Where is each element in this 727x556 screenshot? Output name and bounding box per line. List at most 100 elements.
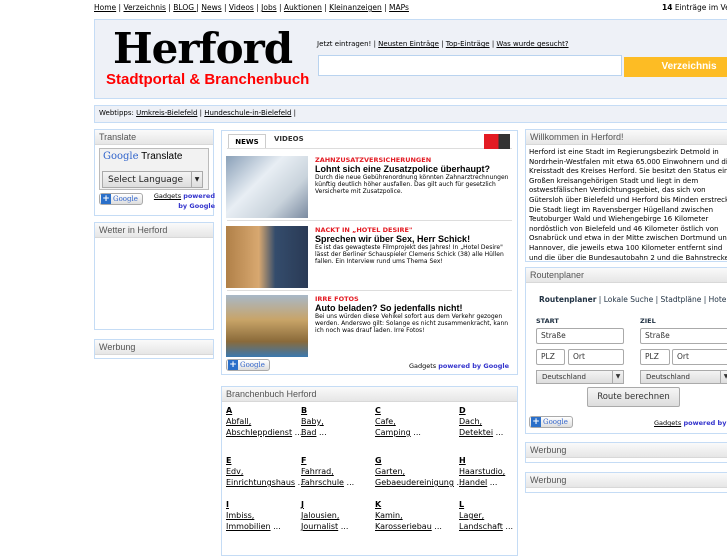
add-to-google-button[interactable]: + Google [529,416,573,428]
nav-link[interactable]: BLOG [173,3,196,12]
category-f: F Fahrrad, Fahrschule ... [301,456,355,487]
news-image[interactable] [226,226,308,288]
category-link[interactable]: Karosseriebau [375,522,432,531]
category-link[interactable]: Baby, [301,417,324,426]
werbung-box: Werbung [94,339,214,359]
tab-stadtplaene[interactable]: Stadtpläne [661,295,702,304]
ziel-country-select[interactable]: Deutschland▼ [640,370,727,384]
tab-hotels[interactable]: Hotels [709,295,727,304]
category-a: A Abfall, Abschleppdienst ... [226,406,303,437]
category-link[interactable]: Einrichtungshaus [226,478,295,487]
category-e: E Edv, Einrichtungshaus ... [226,456,306,487]
category-link[interactable]: Handel [459,478,487,487]
add-to-google-button[interactable]: + Google [99,193,143,205]
start-ort-input[interactable]: Ort [568,349,624,365]
tab-news[interactable]: NEWS [228,134,266,149]
search-input[interactable] [318,55,622,76]
category-letter[interactable]: D [459,406,466,415]
translate-widget: Google Translate Select Language ▼ [99,148,209,190]
plus-icon: + [228,360,238,370]
nav-link[interactable]: Jobs [261,3,276,12]
start-street-input[interactable]: Straße [536,328,624,344]
link-neueste[interactable]: Neusten Einträge [378,40,439,48]
tab-routenplaner[interactable]: Routenplaner [539,295,596,304]
category-letter[interactable]: A [226,406,232,415]
category-link[interactable]: Kamin, [375,511,403,520]
nav-link[interactable]: MAPs [389,3,409,12]
add-to-google-button[interactable]: + Google [226,359,270,371]
category-link[interactable]: Garten, [375,467,405,476]
category-letter[interactable]: H [459,456,466,465]
ziel-plz-input[interactable]: PLZ [640,349,670,365]
route-berechnen-button[interactable]: Route berechnen [587,387,680,407]
category-link[interactable]: Jalousien, [301,511,339,520]
start-country-select[interactable]: Deutschland ▼ [536,370,624,384]
category-letter[interactable]: K [375,500,381,509]
webtipp-link[interactable]: Umkreis-Bielefeld [136,109,197,117]
nav-link[interactable]: Auktionen [284,3,322,12]
news-title[interactable]: Sprechen wir über Sex, Herr Schick! [315,234,515,244]
category-letter[interactable]: E [226,456,231,465]
bild-logo[interactable] [484,134,510,149]
verzeichnis-button[interactable]: Verzeichnis [624,57,727,77]
category-letter[interactable]: C [375,406,381,415]
category-link[interactable]: Bad [301,428,316,437]
nav-link[interactable]: Verzeichnis [123,3,166,12]
category-link[interactable]: Camping [375,428,411,437]
box-title: Translate [95,130,213,145]
news-title[interactable]: Auto beladen? So jedenfalls nicht! [315,303,515,313]
category-g: G Garten, Gebaeudereinigung ... [375,456,465,487]
nav-link[interactable]: News [201,3,221,12]
category-link[interactable]: Haarstudio, [459,467,505,476]
category-link[interactable]: Abschleppdienst [226,428,292,437]
category-link[interactable]: Fahrschule [301,478,344,487]
news-image[interactable] [226,156,308,218]
nav-link[interactable]: Videos [229,3,254,12]
category-d: D Dach, Detektei ... [459,406,504,437]
wetter-box: Wetter in Herford [94,222,214,330]
entry-count: 14 Einträge im Verzeichnis [662,3,727,12]
category-link[interactable]: Imbiss, [226,511,254,520]
werbung-box: Werbung [525,472,727,493]
news-item[interactable]: ZAHNZUSATZVERSICHERUNGEN Lohnt sich eine … [226,156,514,220]
routenplaner-box: Routenplaner Routenplaner | Lokale Suche… [525,267,727,434]
category-letter[interactable]: F [301,456,306,465]
webtipp-link[interactable]: Hundeschule-in-Bielefeld [204,109,291,117]
category-letter[interactable]: G [375,456,382,465]
category-letter[interactable]: B [301,406,307,415]
category-link[interactable]: Cafe, [375,417,396,426]
ziel-street-input[interactable]: Straße [640,328,727,344]
category-link[interactable]: Gebaeudereinigung [375,478,454,487]
link-gesucht[interactable]: Was wurde gesucht? [496,40,568,48]
category-link[interactable]: Landschaft [459,522,503,531]
category-link[interactable]: Detektei [459,428,493,437]
language-select[interactable]: Select Language ▼ [102,171,203,188]
category-link[interactable]: Edv, [226,467,243,476]
welcome-box: Willkommen in Herford! Herford ist eine … [525,129,727,262]
news-title[interactable]: Lohnt sich eine Zusatzpolice überhaupt? [315,164,515,174]
logo-title[interactable]: Herford [113,24,293,73]
nav-link[interactable]: Home [94,3,116,12]
category-letter[interactable]: J [301,500,304,509]
category-link[interactable]: Fahrrad, [301,467,334,476]
plus-icon: + [101,194,111,204]
category-i: I Imbiss, Immobilien ... [226,500,281,531]
category-link[interactable]: Dach, [459,417,482,426]
category-letter[interactable]: I [226,500,229,509]
category-letter[interactable]: L [459,500,464,509]
link-top[interactable]: Top-Einträge [446,40,490,48]
start-plz-input[interactable]: PLZ [536,349,565,365]
category-link[interactable]: Lager, [459,511,484,520]
category-link[interactable]: Immobilien [226,522,271,531]
chevron-down-icon: ▼ [612,371,623,383]
tab-videos[interactable]: VIDEOS [274,135,304,143]
category-link[interactable]: Journalist [301,522,338,531]
news-item[interactable]: NACKT IN „HOTEL DESIRE" Sprechen wir über… [226,226,514,290]
tab-lokale-suche[interactable]: Lokale Suche [604,295,654,304]
header: Herford Stadtportal & Branchenbuch Jetzt… [94,19,727,99]
news-item[interactable]: IRRE FOTOS Auto beladen? So jedenfalls ni… [226,295,514,359]
category-link[interactable]: Abfall, [226,417,251,426]
ziel-ort-input[interactable]: Ort [672,349,727,365]
news-image[interactable] [226,295,308,357]
nav-link[interactable]: Kleinanzeigen [329,3,382,12]
